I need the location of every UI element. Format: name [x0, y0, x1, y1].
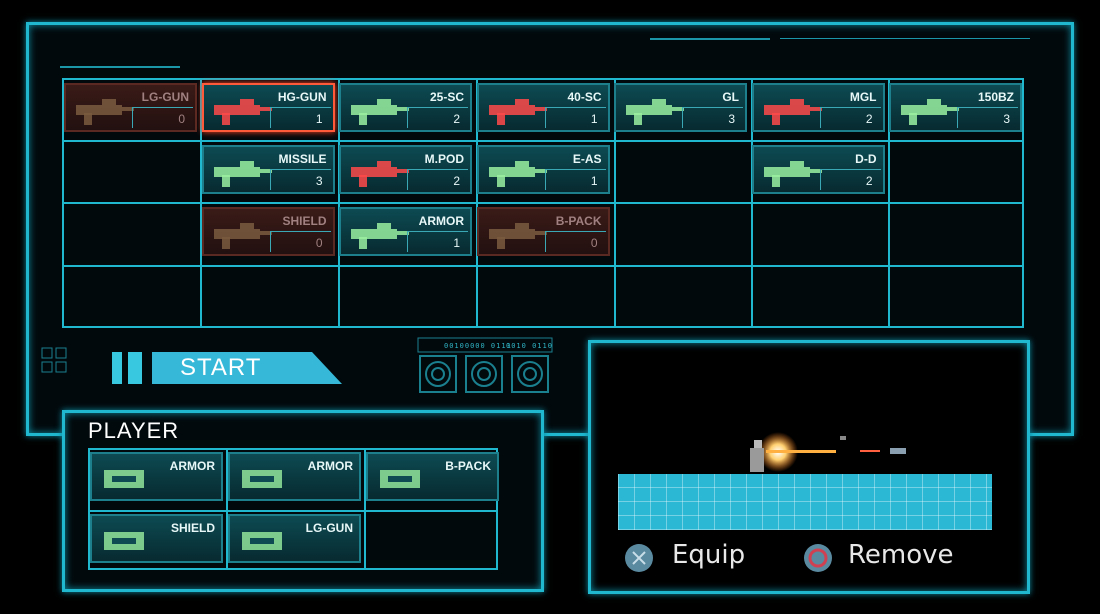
item-count: 0 [590, 236, 598, 250]
inventory-item[interactable]: B-PACK 0 [476, 207, 610, 256]
item-label: MISSILE [278, 152, 327, 166]
slot-label: SHIELD [170, 521, 215, 535]
item-label: 25-SC [429, 90, 464, 104]
item-count: 1 [590, 174, 598, 188]
weapon-icon [351, 223, 409, 249]
item-label: D-D [855, 152, 877, 166]
item-label: 40-SC [567, 90, 602, 104]
slot-label: ARMOR [169, 459, 215, 473]
slot-label: B-PACK [445, 459, 491, 473]
item-count: 2 [865, 112, 873, 126]
weapon-icon [488, 161, 547, 187]
item-count: 3 [728, 112, 735, 126]
equipment-icon [104, 470, 144, 488]
inventory-item[interactable]: D-D 2 [751, 145, 885, 194]
equipment-icon [242, 470, 282, 488]
item-label: LG-GUN [141, 90, 189, 104]
weapon-icon [626, 99, 684, 125]
item-label: B-PACK [555, 214, 602, 228]
player-slot[interactable]: ARMOR [90, 452, 223, 501]
equip-label[interactable]: Equip [672, 540, 745, 570]
item-label: M.POD [424, 152, 464, 166]
deco-code-1: 00100000 0111 [444, 342, 512, 350]
equipment-icon [242, 532, 282, 550]
weapon-icon [488, 99, 547, 125]
deco-squares [41, 347, 67, 373]
deco-bar [780, 38, 1030, 39]
inventory-item[interactable]: MGL 2 [751, 83, 885, 132]
slot-label: LG-GUN [305, 521, 353, 535]
player-title: PLAYER [88, 418, 180, 443]
item-count: 0 [315, 236, 323, 250]
inventory-item[interactable]: HG-GUN 1 [201, 83, 335, 132]
inventory-item[interactable]: GL 3 [614, 83, 747, 132]
circle-button-icon [804, 544, 832, 572]
preview-robot [750, 432, 906, 472]
weapon-icon [351, 99, 409, 125]
weapon-icon [76, 99, 134, 125]
item-count: 2 [865, 174, 873, 188]
item-count: 2 [453, 112, 460, 126]
weapon-icon [213, 161, 272, 187]
item-count: 1 [315, 112, 323, 126]
inventory-item[interactable]: E-AS 1 [476, 145, 610, 194]
item-count: 0 [178, 112, 185, 126]
item-label: E-AS [572, 152, 602, 166]
weapon-icon [351, 161, 409, 187]
item-count: 2 [453, 174, 460, 188]
inventory-item[interactable]: 25-SC 2 [339, 83, 472, 132]
inventory-item[interactable]: MISSILE 3 [201, 145, 335, 194]
deco-bar [60, 66, 180, 68]
item-label: ARMOR [418, 214, 464, 228]
item-count: 1 [590, 112, 598, 126]
deco-bar [650, 38, 770, 40]
weapon-icon [901, 99, 959, 125]
inventory-item[interactable]: LG-GUN 0 [64, 83, 197, 132]
equipment-icon [380, 470, 420, 488]
item-label: 150BZ [977, 90, 1014, 104]
cross-button-icon [625, 544, 653, 572]
inventory-item[interactable]: 150BZ 3 [889, 83, 1022, 132]
item-count: 3 [1003, 112, 1010, 126]
item-label: MGL [849, 90, 877, 104]
player-slot[interactable]: ARMOR [228, 452, 361, 501]
weapon-icon [763, 161, 822, 187]
inventory-item[interactable]: ARMOR 1 [339, 207, 472, 256]
item-label: SHIELD [282, 214, 327, 228]
player-slot[interactable]: LG-GUN [228, 514, 361, 563]
preview-floor [618, 474, 992, 530]
item-label: HG-GUN [277, 90, 327, 104]
inventory-item[interactable]: M.POD 2 [339, 145, 472, 194]
item-count: 3 [315, 174, 323, 188]
equipment-icon [104, 532, 144, 550]
weapon-icon [763, 99, 822, 125]
inventory-item[interactable]: SHIELD 0 [201, 207, 335, 256]
weapon-icon [213, 223, 272, 249]
remove-label[interactable]: Remove [848, 540, 954, 570]
player-slot[interactable]: B-PACK [366, 452, 499, 501]
slot-label: ARMOR [307, 459, 353, 473]
weapon-icon [213, 99, 272, 125]
item-count: 1 [453, 236, 460, 250]
inventory-item[interactable]: 40-SC 1 [476, 83, 610, 132]
weapon-icon [488, 223, 547, 249]
player-slot[interactable]: SHIELD [90, 514, 223, 563]
start-label: START [180, 354, 262, 381]
item-label: GL [722, 90, 739, 104]
deco-code-2: 0010 0110 [506, 342, 553, 350]
